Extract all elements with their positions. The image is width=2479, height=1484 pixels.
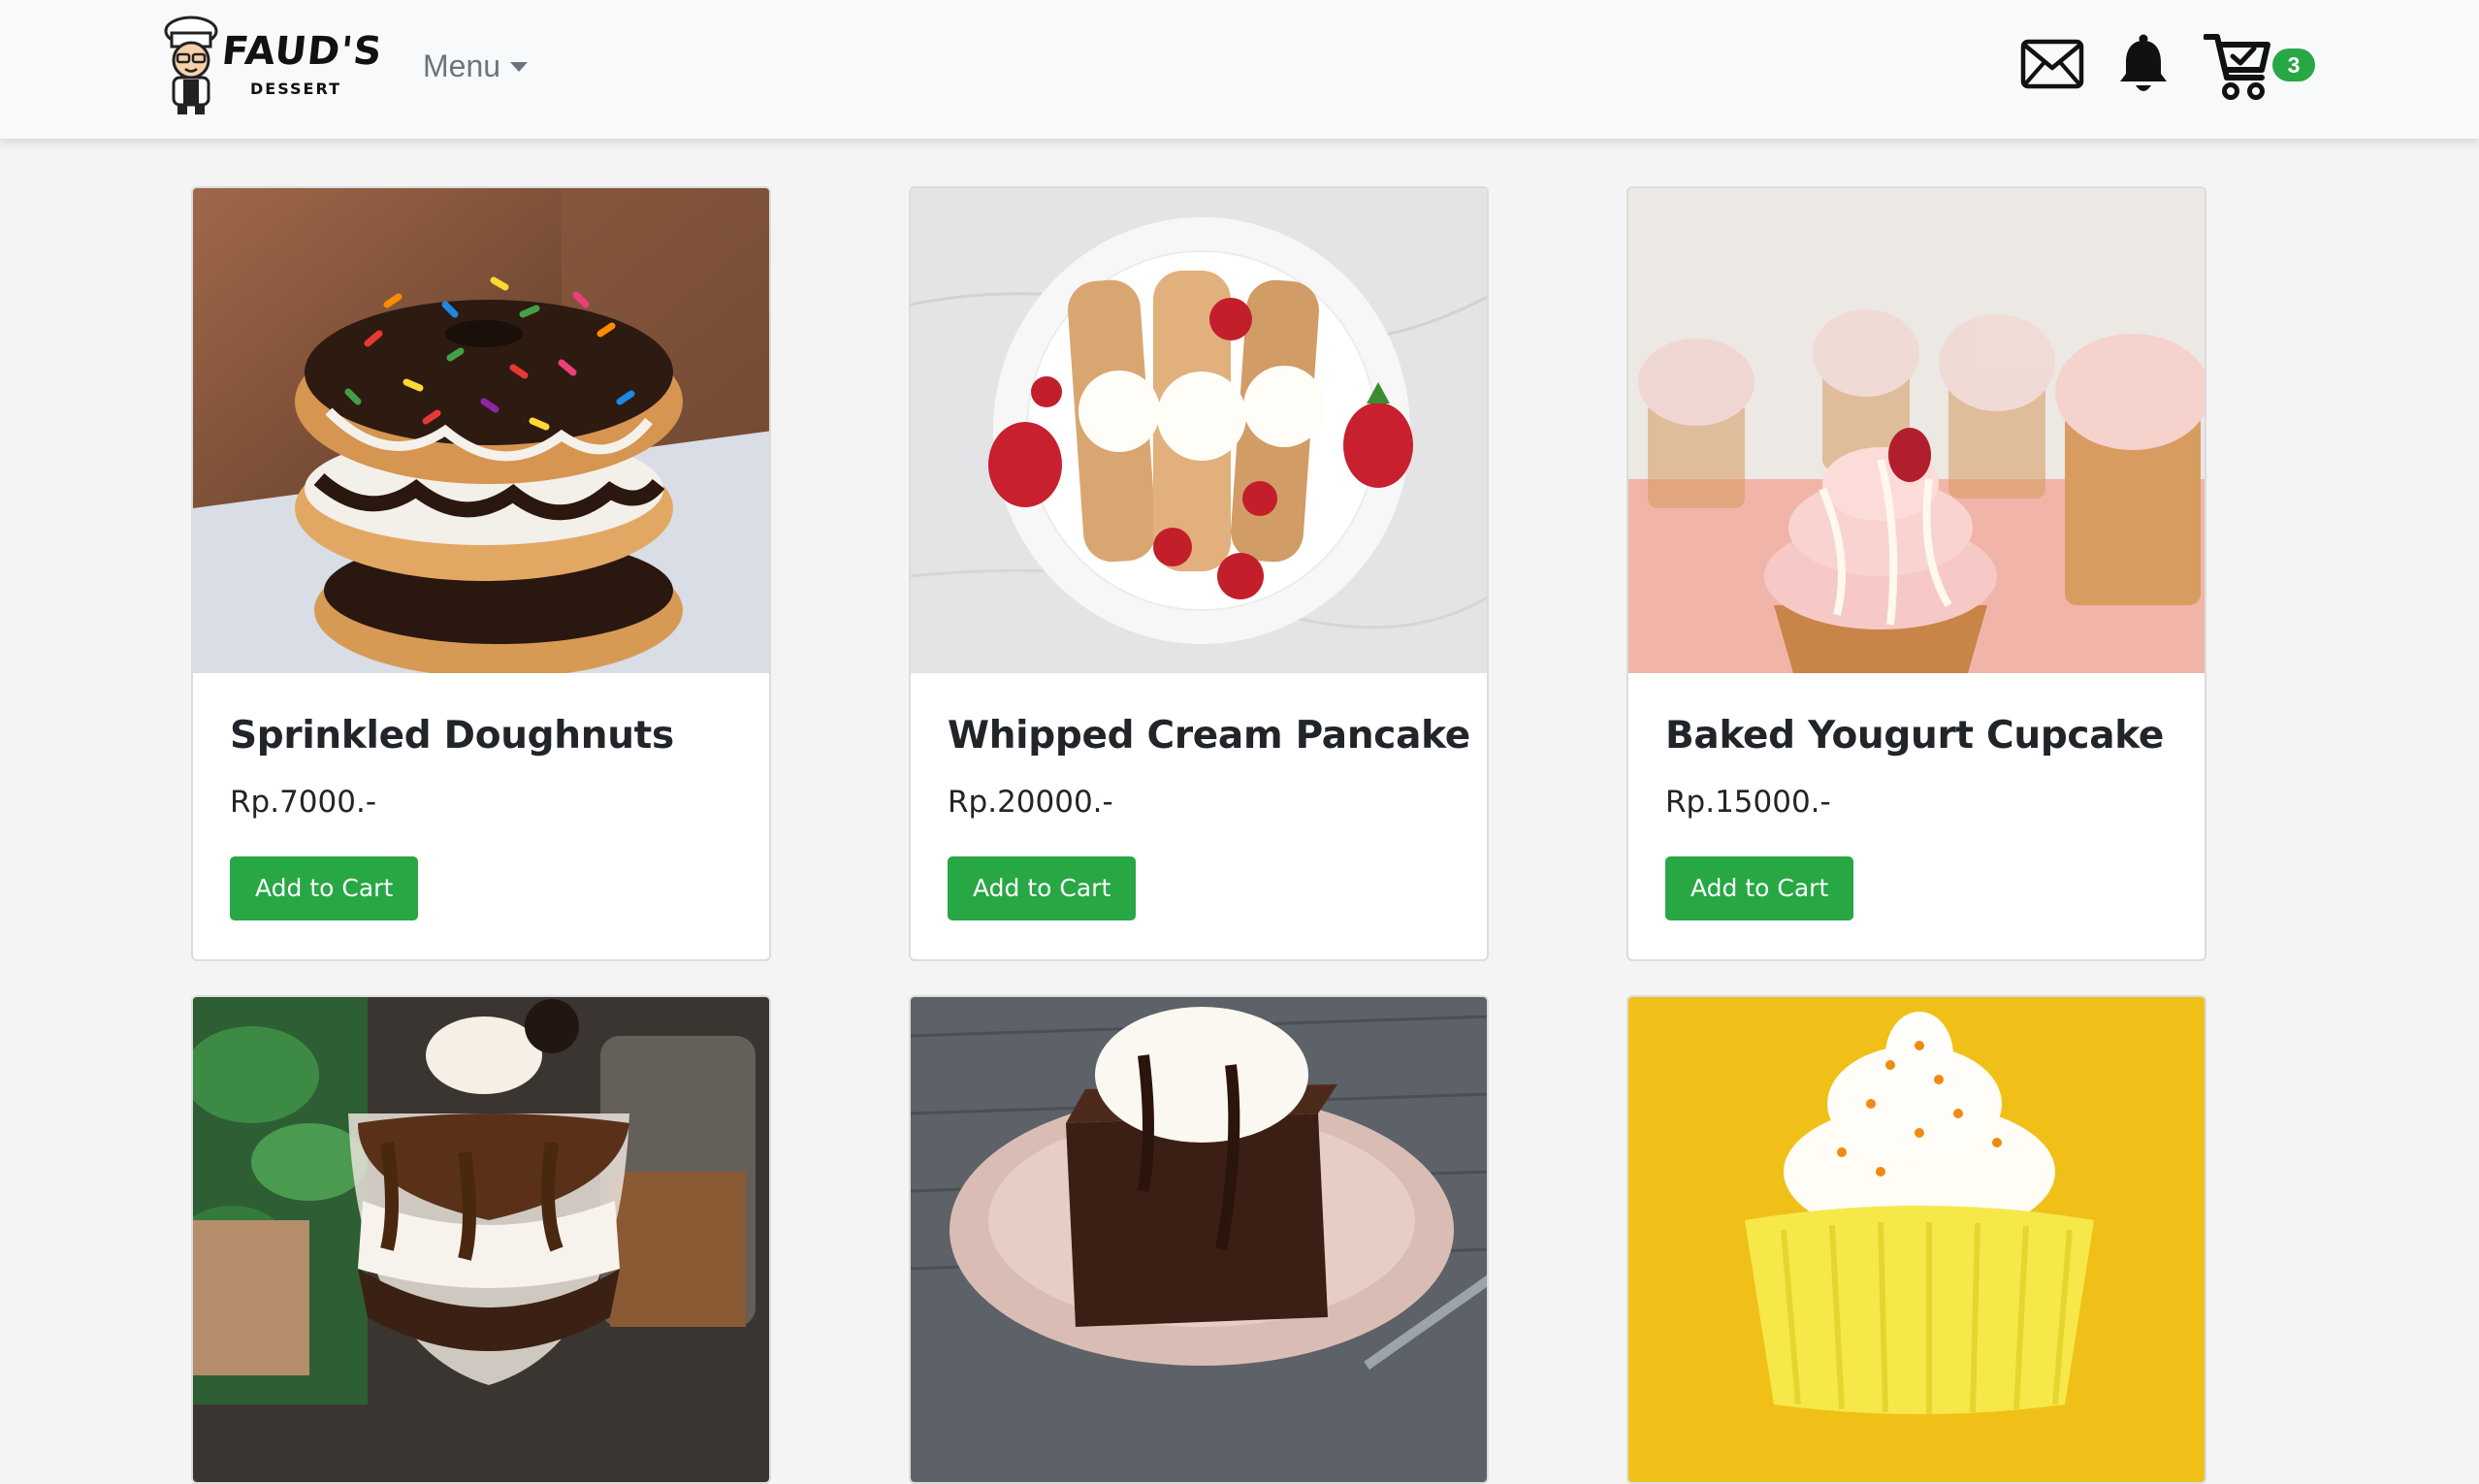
product-price: Rp.20000.- xyxy=(948,785,1113,820)
mail-icon[interactable] xyxy=(2020,39,2084,91)
product-card xyxy=(191,995,771,1484)
add-to-cart-button[interactable]: Add to Cart xyxy=(230,856,419,920)
brand-tagline: DESSERT xyxy=(250,80,341,98)
cart-icon[interactable] xyxy=(2204,31,2271,101)
product-card: Whipped Cream Pancake Rp.20000.- Add to … xyxy=(909,186,1489,961)
brand-logo[interactable]: FAUD'S DESSERT xyxy=(158,14,385,116)
product-name: Whipped Cream Pancake xyxy=(948,714,1470,758)
logo-chef-icon xyxy=(164,16,218,114)
bell-icon[interactable] xyxy=(2118,33,2169,95)
product-card xyxy=(909,995,1489,1484)
product-price: Rp.15000.- xyxy=(1665,785,1831,820)
product-image xyxy=(1628,997,2205,1482)
pancake-photo xyxy=(911,188,1487,673)
menu-label: Menu xyxy=(423,48,501,83)
product-name: Baked Yougurt Cupcake xyxy=(1665,714,2165,758)
product-card-body: Sprinkled Doughnuts Rp.7000.- Add to Car… xyxy=(193,673,769,959)
product-image xyxy=(193,188,769,673)
product-card: Baked Yougurt Cupcake Rp.15000.- Add to … xyxy=(1626,186,2206,961)
product-image xyxy=(193,997,769,1482)
chevron-down-icon xyxy=(510,62,529,72)
product-image xyxy=(911,997,1487,1482)
doughnut-photo xyxy=(193,188,769,673)
add-to-cart-button[interactable]: Add to Cart xyxy=(1665,856,1854,920)
product-name: Sprinkled Doughnuts xyxy=(230,714,674,758)
navbar: FAUD'S DESSERT Menu 3 xyxy=(0,0,2479,139)
yellow-cupcake-photo xyxy=(1628,997,2205,1482)
product-image xyxy=(1628,188,2205,673)
product-card-body: Baked Yougurt Cupcake Rp.15000.- Add to … xyxy=(1628,673,2205,959)
menu-dropdown[interactable]: Menu xyxy=(423,43,529,89)
brand-name: FAUD'S xyxy=(219,29,385,74)
product-image xyxy=(911,188,1487,673)
cupcake-photo xyxy=(1628,188,2205,673)
product-card-body: Whipped Cream Pancake Rp.20000.- Add to … xyxy=(911,673,1487,959)
cart-count-badge: 3 xyxy=(2272,48,2315,81)
product-card: Sprinkled Doughnuts Rp.7000.- Add to Car… xyxy=(191,186,771,961)
chocolate-parfait-photo xyxy=(193,997,769,1482)
product-card xyxy=(1626,995,2206,1484)
add-to-cart-button[interactable]: Add to Cart xyxy=(948,856,1137,920)
product-price: Rp.7000.- xyxy=(230,785,377,820)
brownie-photo xyxy=(911,997,1487,1482)
